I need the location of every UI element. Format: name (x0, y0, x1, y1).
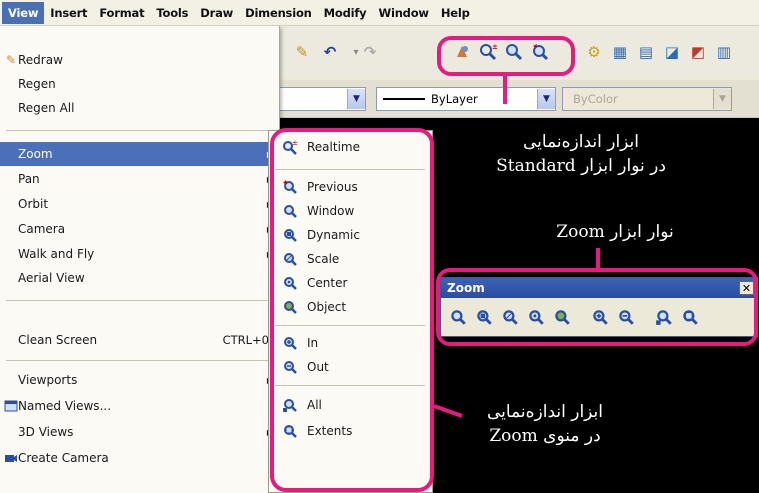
callout-line: نوار ابزار Zoom (556, 222, 674, 242)
callout-connectors (433, 76, 600, 418)
callout-line: در منوی Zoom (489, 426, 601, 446)
callout-line: ابزار اندازه‌نمایی (522, 132, 640, 152)
callout-line: در نوار ابزار Standard (496, 156, 666, 176)
zoom-toolbar-callout: نوار ابزار Zoom (500, 220, 730, 244)
standard-toolbar-callout: ابزار اندازه‌نمایی در نوار ابزار Standar… (466, 130, 696, 178)
callout-line: ابزار اندازه‌نمایی (486, 402, 604, 422)
zoom-menu-callout: ابزار اندازه‌نمایی در منوی Zoom (450, 400, 640, 448)
